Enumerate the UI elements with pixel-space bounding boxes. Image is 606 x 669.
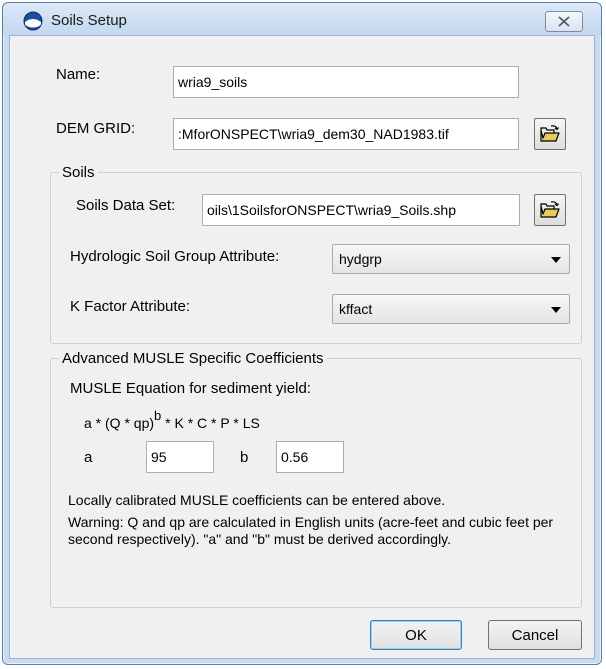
close-button[interactable] [545, 11, 583, 32]
chevron-down-icon [551, 257, 561, 263]
soils-data-set-input[interactable]: oils\1SoilsforONSPECT\wria9_Soils.shp [202, 194, 520, 226]
k-factor-select[interactable]: kffact [332, 294, 570, 324]
musle-equation: a * (Q * qp)b * K * C * P * LS [84, 408, 260, 431]
soils-data-set-browse-button[interactable] [534, 194, 566, 226]
open-folder-icon [540, 201, 560, 218]
coefficient-b-label: b [240, 449, 249, 466]
equation-factors: * K * C * P * LS [161, 415, 260, 431]
title-bar[interactable]: Soils Setup [3, 3, 601, 35]
ok-button[interactable]: OK [370, 620, 462, 650]
hydrologic-soil-group-value: hydgrp [339, 251, 382, 267]
musle-equation-title: MUSLE Equation for sediment yield: [70, 380, 311, 397]
equation-base: a * (Q * qp) [84, 415, 155, 431]
coefficient-a-label: a [84, 449, 93, 466]
musle-warning: Warning: Q and qp are calculated in Engl… [68, 514, 554, 547]
soils-data-set-label: Soils Data Set: [76, 197, 176, 214]
dem-grid-input[interactable]: :MforONSPECT\wria9_dem30_NAD1983.tif [173, 118, 519, 150]
hydrologic-soil-group-label: Hydrologic Soil Group Attribute: [70, 248, 280, 265]
name-label: Name: [56, 66, 101, 83]
coefficient-b-input[interactable]: 0.56 [276, 441, 344, 473]
window-title: Soils Setup [51, 12, 127, 29]
dem-grid-browse-button[interactable] [534, 118, 566, 150]
soils-setup-window: Soils Setup Name: wria9_soils DEM GRID: … [2, 2, 602, 665]
open-folder-icon [540, 125, 560, 142]
hydrologic-soil-group-select[interactable]: hydgrp [332, 244, 570, 274]
soils-group-legend: Soils [62, 164, 95, 181]
dialog-client-area: Name: wria9_soils DEM GRID: :MforONSPECT… [9, 35, 595, 659]
close-icon [558, 16, 570, 27]
chevron-down-icon [551, 307, 561, 313]
dem-grid-label: DEM GRID: [56, 120, 136, 137]
coefficient-a-input[interactable]: 95 [146, 441, 214, 473]
cancel-button[interactable]: Cancel [488, 620, 582, 650]
k-factor-value: kffact [339, 301, 373, 317]
musle-group-legend: Advanced MUSLE Specific Coefficients [62, 350, 324, 367]
noaa-logo-icon [23, 11, 43, 31]
musle-note: Locally calibrated MUSLE coefficients ca… [68, 492, 446, 508]
name-input[interactable]: wria9_soils [173, 66, 519, 98]
k-factor-label: K Factor Attribute: [70, 298, 191, 315]
